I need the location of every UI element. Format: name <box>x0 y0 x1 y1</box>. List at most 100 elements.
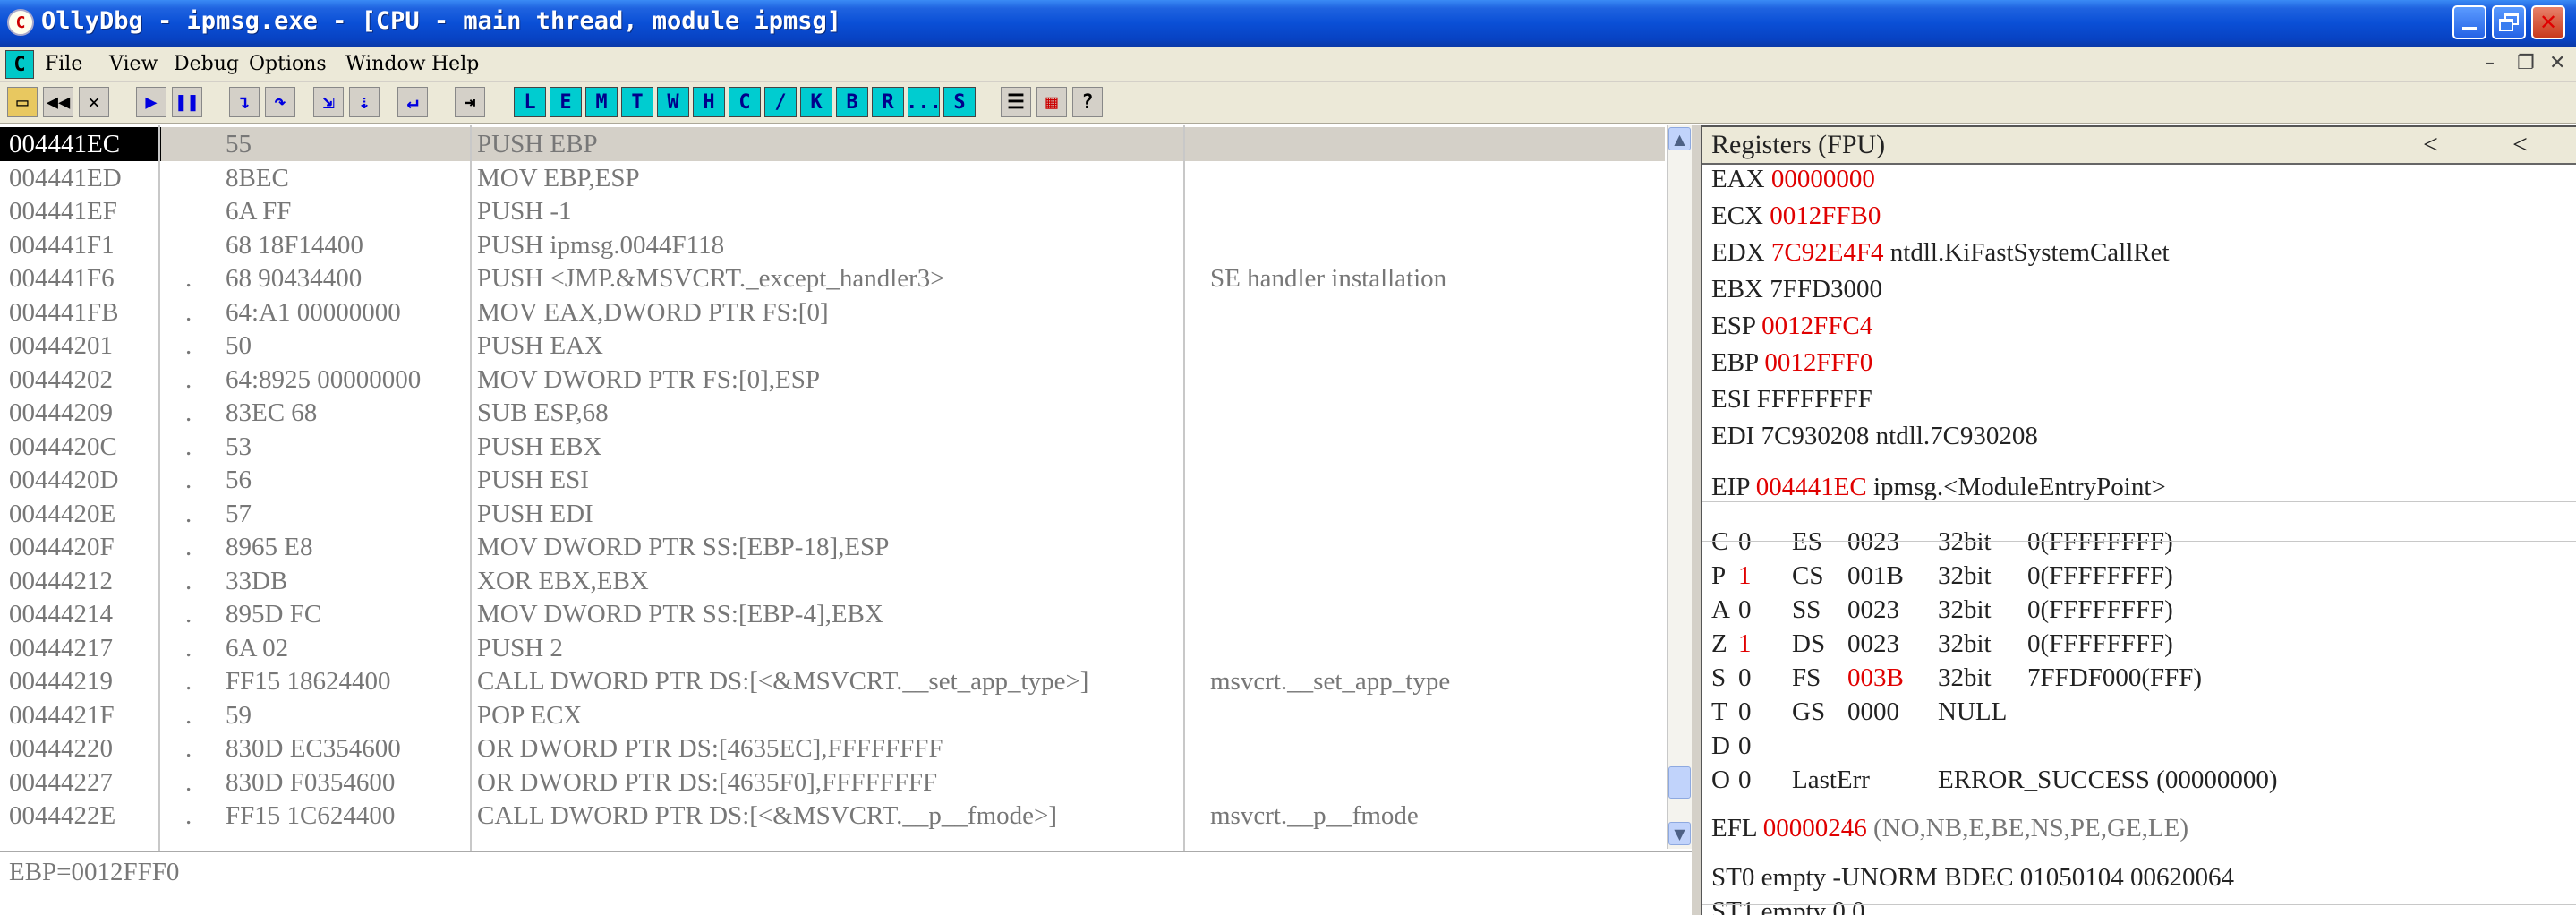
menu-options[interactable]: Options <box>249 53 327 75</box>
restore-button[interactable] <box>2492 5 2526 39</box>
disasm-row[interactable]: 00444214. 895D FC MOV DWORD PTR SS:[EBP-4]… <box>0 597 1665 631</box>
disasm-jump-marker: . <box>185 667 192 696</box>
close-program-icon[interactable]: ✕ <box>79 87 109 117</box>
disasm-row[interactable]: 00444201. 50 PUSH EAX <box>0 329 1665 363</box>
restart-icon[interactable]: ◀◀ <box>43 87 73 117</box>
close-button[interactable]: ✕ <box>2531 5 2565 39</box>
vertical-splitter[interactable] <box>1692 125 1701 915</box>
disasm-row[interactable]: 00444202. 64:8925 00000000 MOV DWORD PTR F… <box>0 363 1665 397</box>
step-over-icon[interactable]: ↷ <box>265 87 295 117</box>
register-row[interactable]: EDI 7C930208 ntdll.7C930208 <box>1711 422 2038 451</box>
disassembly-pane[interactable]: 004441EC 55 PUSH EBP 004441ED 8BEC MOV EBP,ES… <box>0 125 1665 851</box>
title-bar[interactable]: C OllyDbg - ipmsg.exe - [CPU - main thre… <box>0 0 2576 47</box>
flag-row[interactable]: O 0 LastErr ERROR_SUCCESS (00000000) <box>1711 765 2571 798</box>
register-row[interactable]: EDX 7C92E4F4 ntdll.KiFastSystemCallRet <box>1711 238 2170 268</box>
pause-icon[interactable]: ❚❚ <box>172 87 202 117</box>
flag-row[interactable]: D0 <box>1711 731 2571 764</box>
menu-view[interactable]: View <box>109 53 158 75</box>
mdi-restore-button[interactable]: ❐ <box>2517 52 2535 74</box>
flag-row[interactable]: P 1 CS 001B 32bit 0(FFFFFFFF) <box>1711 561 2571 594</box>
registers-pane[interactable]: Registers (FPU) < < EAX 00000000 ECX 001… <box>1701 125 2576 915</box>
register-row[interactable]: EBX 7FFD3000 <box>1711 275 1889 304</box>
disasm-row[interactable]: 00444217. 6A 02 PUSH 2 <box>0 631 1665 665</box>
cpu-window-icon[interactable]: C <box>5 50 34 79</box>
step-into-icon[interactable]: ↴ <box>229 87 260 117</box>
segment-bits: 32bit <box>1938 663 1992 692</box>
list-icon[interactable]: ☰ <box>1001 87 1031 117</box>
windows-window-button[interactable]: W <box>657 87 689 117</box>
disasm-row[interactable]: 0044421F. 59 POP ECX <box>0 698 1665 732</box>
modules-window-button[interactable]: E <box>550 87 582 117</box>
fpu-row[interactable]: ST0 empty -UNORM BDEC 01050104 00620064 <box>1711 863 2234 893</box>
next-view-arrow-icon[interactable]: < <box>2512 130 2528 160</box>
mdi-minimize-button[interactable]: – <box>2485 52 2495 74</box>
efl-row[interactable]: EFL 00000246 (NO,NB,E,BE,NS,PE,GE,LE) <box>1711 814 2188 843</box>
disasm-row[interactable]: 004441FB. 64:A1 00000000 MOV EAX,DWORD PTR… <box>0 295 1665 329</box>
breakpoints-window-button[interactable]: B <box>836 87 868 117</box>
menu-debug[interactable]: Debug <box>174 53 239 75</box>
register-row[interactable]: EAX 00000000 <box>1711 165 1881 194</box>
disassembly-scrollbar[interactable]: ▲ ▼ <box>1667 125 1692 849</box>
disasm-row[interactable]: 00444219. FF15 18624400 CALL DWORD PTR DS:… <box>0 664 1665 698</box>
register-row[interactable]: ECX 0012FFB0 <box>1711 201 1888 231</box>
flag-row[interactable]: T 0 GS 0000 NULL <box>1711 697 2571 730</box>
mdi-close-button[interactable]: ✕ <box>2549 52 2565 74</box>
trace-into-icon[interactable]: ⇲ <box>313 87 344 117</box>
segment-base: 0(FFFFFFFF) <box>2027 595 2173 624</box>
flag-row[interactable]: A 0 SS 0023 32bit 0(FFFFFFFF) <box>1711 595 2571 628</box>
disasm-row[interactable]: 00444220. 830D EC354600 OR DWORD PTR DS:[4… <box>0 731 1665 765</box>
go-to-address-icon[interactable]: ⇥ <box>455 87 485 117</box>
menu-window[interactable]: Window <box>345 53 426 75</box>
disasm-row[interactable]: 0044420C. 53 PUSH EBX <box>0 430 1665 464</box>
handles-window-button[interactable]: H <box>693 87 725 117</box>
eip-row[interactable]: EIP 004441EC ipmsg.<ModuleEntryPoint> <box>1711 473 2166 502</box>
run-icon[interactable]: ▶ <box>136 87 166 117</box>
scroll-thumb[interactable] <box>1668 766 1691 799</box>
disasm-hex-dump: 6A FF <box>226 197 292 226</box>
execute-till-return-icon[interactable]: ↵ <box>397 87 428 117</box>
disasm-row[interactable]: 004441ED 8BEC MOV EBP,ESP <box>0 161 1665 195</box>
ollydbg-app-icon[interactable]: C <box>7 9 34 36</box>
disasm-row[interactable]: 004441F6. 68 90434400 PUSH <JMP.&MSVCRT._e… <box>0 261 1665 295</box>
register-row[interactable]: EBP 0012FFF0 <box>1711 348 1880 378</box>
references-window-button[interactable]: R <box>872 87 904 117</box>
flag-row[interactable]: Z 1 DS 0023 32bit 0(FFFFFFFF) <box>1711 629 2571 662</box>
disasm-row[interactable]: 0044420F. 8965 E8 MOV DWORD PTR SS:[EBP-18… <box>0 530 1665 564</box>
help-icon[interactable]: ? <box>1072 87 1103 117</box>
fpu-row[interactable]: ST1 empty 0.0 <box>1711 897 1865 915</box>
disasm-hex-dump: 8965 E8 <box>226 533 313 561</box>
threads-window-button[interactable]: T <box>621 87 653 117</box>
previous-view-arrow-icon[interactable]: < <box>2423 130 2438 160</box>
cpu-window-button[interactable]: C <box>729 87 761 117</box>
flag-row[interactable]: S 0 FS 003B 32bit 7FFDF000(FFF) <box>1711 663 2571 696</box>
menu-file[interactable]: File <box>45 53 82 75</box>
disasm-row[interactable]: 004441EC 55 PUSH EBP <box>0 127 1665 161</box>
run-trace-window-button[interactable]: ... <box>906 87 942 117</box>
disasm-row[interactable]: 00444209. 83EC 68 SUB ESP,68 <box>0 396 1665 430</box>
disasm-row[interactable]: 0044420D. 56 PUSH ESI <box>0 463 1665 497</box>
disasm-hex-dump: 8BEC <box>226 163 289 192</box>
disasm-row[interactable]: 00444227. 830D F0354600 OR DWORD PTR DS:[4… <box>0 765 1665 800</box>
patches-window-button[interactable]: / <box>764 87 797 117</box>
scroll-up-icon[interactable]: ▲ <box>1668 127 1691 150</box>
flag-row[interactable]: C 0 ES 0023 32bit 0(FFFFFFFF) <box>1711 527 2571 560</box>
menu-help[interactable]: Help <box>431 53 479 75</box>
disasm-row[interactable]: 0044422E. FF15 1C624400 CALL DWORD PTR DS:… <box>0 799 1665 833</box>
log-window-button[interactable]: L <box>514 87 546 117</box>
open-icon[interactable]: ▭ <box>7 87 38 117</box>
source-window-button[interactable]: S <box>943 87 976 117</box>
register-row[interactable]: ESI FFFFFFFF <box>1711 385 1879 415</box>
trace-over-icon[interactable]: ⇣ <box>349 87 380 117</box>
call-stack-window-button[interactable]: K <box>800 87 832 117</box>
appearance-icon[interactable]: ▦ <box>1036 87 1067 117</box>
registers-header[interactable]: Registers (FPU) < < <box>1702 127 2576 165</box>
disasm-row[interactable]: 004441EF 6A FF PUSH -1 <box>0 194 1665 228</box>
scroll-down-icon[interactable]: ▼ <box>1668 822 1691 845</box>
memory-window-button[interactable]: M <box>585 87 618 117</box>
disasm-row[interactable]: 004441F1 68 18F14400 PUSH ipmsg.0044F118 <box>0 228 1665 262</box>
register-row[interactable]: ESP 0012FFC4 <box>1711 312 1880 341</box>
disasm-row[interactable]: 00444212. 33DB XOR EBX,EBX <box>0 564 1665 598</box>
disasm-row[interactable]: 0044420E. 57 PUSH EDI <box>0 497 1665 531</box>
minimize-button[interactable] <box>2452 5 2486 39</box>
